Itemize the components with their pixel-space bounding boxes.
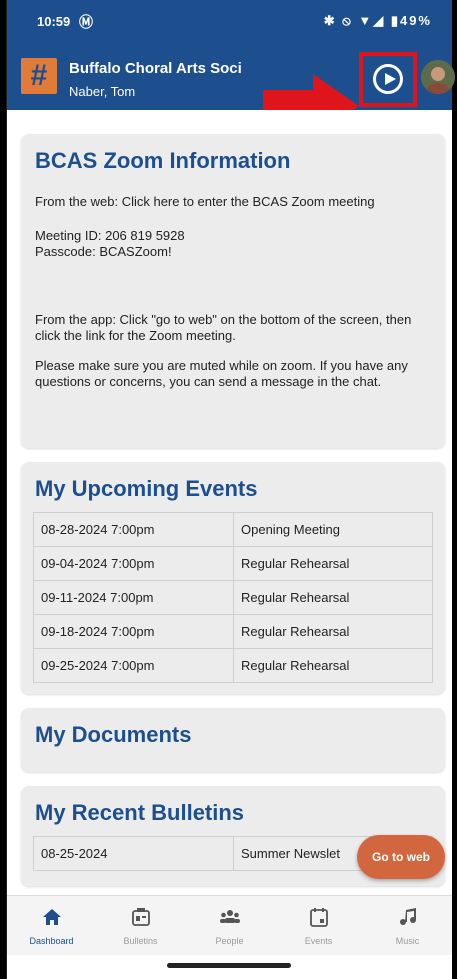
people-icon xyxy=(220,910,240,923)
app-title: Buffalo Choral Arts Soci xyxy=(69,60,242,77)
event-name: Regular Rehearsal xyxy=(233,580,433,615)
cast-icon: Ⓜ xyxy=(79,14,93,30)
event-date: 08-28-2024 7:00pm xyxy=(33,512,234,547)
home-indicator[interactable] xyxy=(167,963,291,968)
events-table: 08-28-2024 7:00pm Opening Meeting 09-04-… xyxy=(33,512,433,683)
nav-item-events[interactable]: Events xyxy=(274,896,363,956)
meeting-passcode: Passcode: BCASZoom! xyxy=(35,244,172,259)
status-icons: ✱ ⦸ ▼◢ ▮49% xyxy=(323,13,432,28)
status-time: 10:59 xyxy=(37,14,71,29)
nav-label: Dashboard xyxy=(29,936,74,946)
user-name: Naber, Tom xyxy=(69,84,136,99)
bulletin-icon xyxy=(132,908,150,926)
zoom-web-link[interactable]: From the web: Click here to enter the BC… xyxy=(21,194,445,210)
table-row[interactable]: 09-18-2024 7:00pm Regular Rehearsal xyxy=(33,614,433,649)
home-icon xyxy=(43,909,61,925)
event-name: Opening Meeting xyxy=(233,512,433,547)
bulletin-date: 08-25-2024 xyxy=(33,836,234,871)
avatar-image xyxy=(421,60,455,94)
nav-label: Events xyxy=(304,936,333,946)
avatar[interactable] xyxy=(421,60,455,94)
go-to-web-button[interactable]: Go to web xyxy=(357,835,445,879)
nav-item-music[interactable]: Music xyxy=(363,896,452,956)
status-bar: 10:59 Ⓜ ✱ ⦸ ▼◢ ▮49% xyxy=(7,0,452,42)
nav-label: Music xyxy=(395,936,420,946)
highlight-box-annotation xyxy=(359,52,417,107)
event-date: 09-25-2024 7:00pm xyxy=(33,648,234,683)
event-name: Regular Rehearsal xyxy=(233,648,433,683)
calendar-icon xyxy=(310,908,328,927)
documents-card: My Documents xyxy=(21,708,445,772)
table-row[interactable]: 08-28-2024 7:00pm Opening Meeting xyxy=(33,512,433,547)
nav-label: People xyxy=(215,936,244,946)
meeting-id: Meeting ID: 206 819 5928 xyxy=(35,228,185,243)
nav-item-bulletins[interactable]: Bulletins xyxy=(96,896,185,956)
event-date: 09-11-2024 7:00pm xyxy=(33,580,234,615)
table-row[interactable]: 09-11-2024 7:00pm Regular Rehearsal xyxy=(33,580,433,615)
zoom-mute-note: Please make sure you are muted while on … xyxy=(35,358,408,389)
app-logo: # xyxy=(21,58,57,94)
events-card-title: My Upcoming Events xyxy=(35,476,258,501)
phone-screen: 10:59 Ⓜ ✱ ⦸ ▼◢ ▮49% # Buffalo Choral Art… xyxy=(6,0,455,979)
table-row[interactable]: 09-25-2024 7:00pm Regular Rehearsal xyxy=(33,648,433,683)
bulletins-card-title: My Recent Bulletins xyxy=(35,800,245,825)
nav-label: Bulletins xyxy=(123,936,158,946)
event-name: Regular Rehearsal xyxy=(233,546,433,581)
event-date: 09-18-2024 7:00pm xyxy=(33,614,234,649)
documents-card-title: My Documents xyxy=(35,722,192,747)
dashboard-content[interactable]: BCAS Zoom Information From the web: Clic… xyxy=(7,110,452,895)
bottom-nav: Dashboard Bulletins People Events Music xyxy=(7,895,452,955)
table-row[interactable]: 09-04-2024 7:00pm Regular Rehearsal xyxy=(33,546,433,581)
event-date: 09-04-2024 7:00pm xyxy=(33,546,234,581)
gesture-bar xyxy=(7,955,452,979)
nav-item-people[interactable]: People xyxy=(185,896,274,956)
music-note-icon xyxy=(400,908,416,925)
zoom-card-title: BCAS Zoom Information xyxy=(35,148,291,173)
upcoming-events-card: My Upcoming Events 08-28-2024 7:00pm Ope… xyxy=(21,462,445,694)
app-bar: # Buffalo Choral Arts Soci Naber, Tom xyxy=(7,42,455,138)
zoom-info-card: BCAS Zoom Information From the web: Clic… xyxy=(21,134,445,448)
zoom-app-instructions: From the app: Click "go to web" on the b… xyxy=(35,312,412,343)
nav-item-dashboard[interactable]: Dashboard xyxy=(7,896,96,956)
event-name: Regular Rehearsal xyxy=(233,614,433,649)
